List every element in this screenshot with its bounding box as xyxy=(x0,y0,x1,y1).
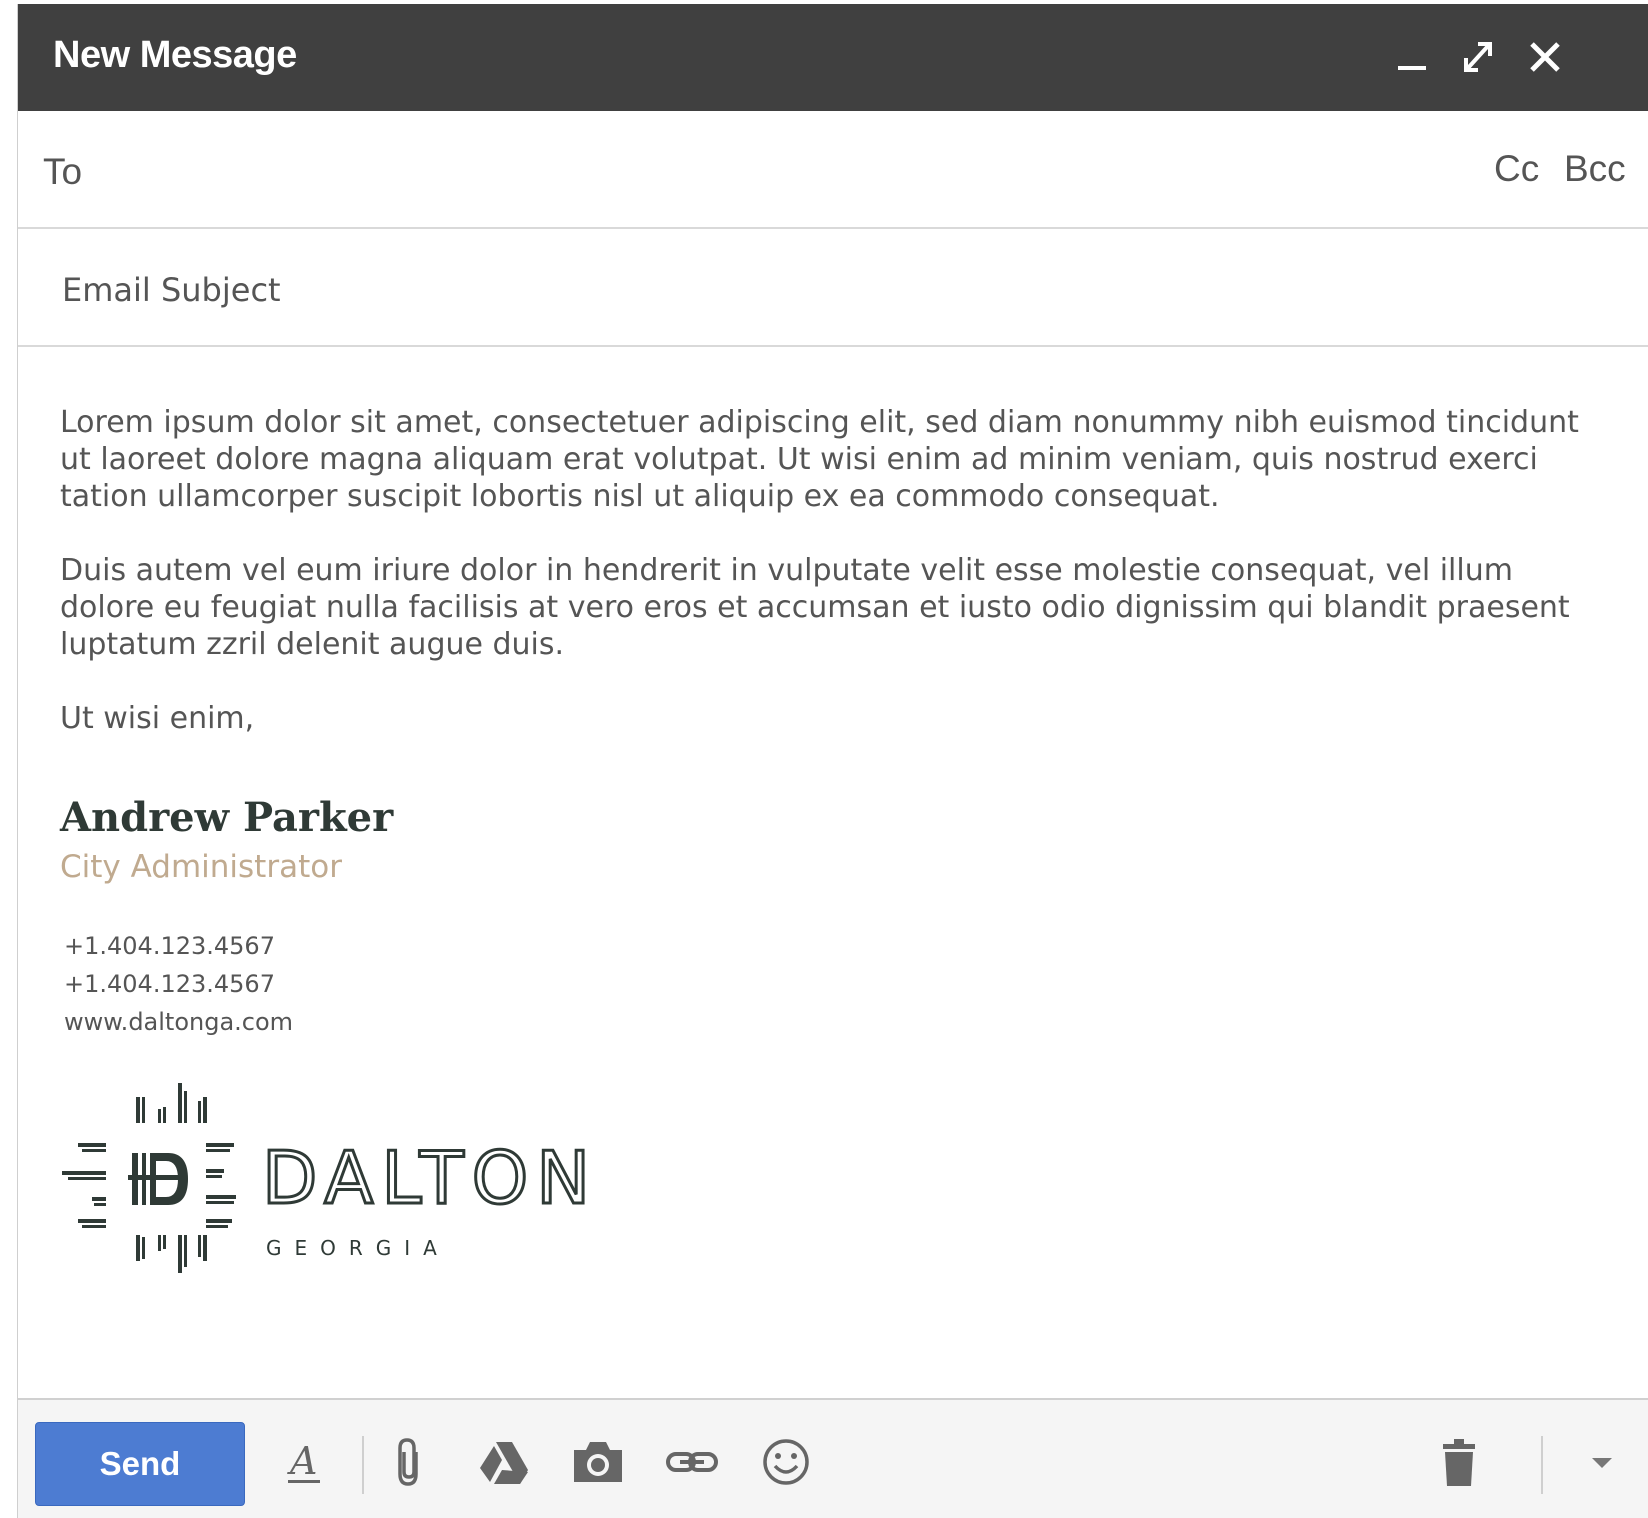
to-input[interactable] xyxy=(108,136,1492,208)
body-paragraph: Duis autem vel eum iriure dolor in hendr… xyxy=(60,553,1570,662)
toolbar-divider xyxy=(362,1436,364,1494)
message-body[interactable]: Lorem ipsum dolor sit amet, consectetuer… xyxy=(60,404,1600,774)
subject-input[interactable] xyxy=(60,254,1624,326)
discard-trash-icon[interactable] xyxy=(1431,1434,1487,1490)
google-drive-icon[interactable] xyxy=(476,1434,532,1490)
signature-website[interactable]: www.daltonga.com xyxy=(64,1008,293,1036)
signature-phone: +1.404.123.4567 xyxy=(64,932,275,960)
logo-wordmark: DALTON xyxy=(262,1136,598,1220)
dalton-georgia-logo: DALTON GEORGIA xyxy=(62,1083,598,1273)
body-paragraph: Lorem ipsum dolor sit amet, consectetuer… xyxy=(60,405,1579,514)
to-row: To Cc Bcc xyxy=(18,111,1648,229)
signature-name: Andrew Parker xyxy=(60,794,394,841)
to-label[interactable]: To xyxy=(43,151,82,193)
dalton-emblem-icon xyxy=(62,1083,236,1273)
cc-link[interactable]: Cc xyxy=(1494,148,1539,190)
expand-icon[interactable] xyxy=(1456,34,1500,80)
signature-phone: +1.404.123.4567 xyxy=(64,970,275,998)
bcc-link[interactable]: Bcc xyxy=(1564,148,1626,190)
more-options-icon[interactable] xyxy=(1574,1434,1630,1490)
minimize-icon[interactable] xyxy=(1390,34,1434,80)
logo-subtext: GEORGIA xyxy=(266,1236,450,1260)
insert-emoji-icon[interactable] xyxy=(758,1434,814,1490)
text-formatting-icon[interactable]: A xyxy=(276,1434,332,1490)
insert-link-icon[interactable] xyxy=(664,1434,720,1490)
body-closing: Ut wisi enim, xyxy=(60,701,255,736)
close-icon[interactable] xyxy=(1523,34,1567,80)
svg-text:A: A xyxy=(287,1439,317,1483)
compose-titlebar[interactable]: New Message xyxy=(18,4,1648,111)
window-title: New Message xyxy=(53,34,297,76)
toolbar-divider xyxy=(1541,1436,1543,1494)
subject-row xyxy=(18,229,1648,347)
compose-toolbar: Send A xyxy=(18,1398,1648,1518)
compose-window: New Message To Cc Bcc Lorem ipsum dolor … xyxy=(17,4,1648,1518)
insert-photo-icon[interactable] xyxy=(570,1434,626,1490)
send-button[interactable]: Send xyxy=(35,1422,245,1506)
attach-file-icon[interactable] xyxy=(382,1434,438,1490)
signature-title: City Administrator xyxy=(60,849,342,885)
